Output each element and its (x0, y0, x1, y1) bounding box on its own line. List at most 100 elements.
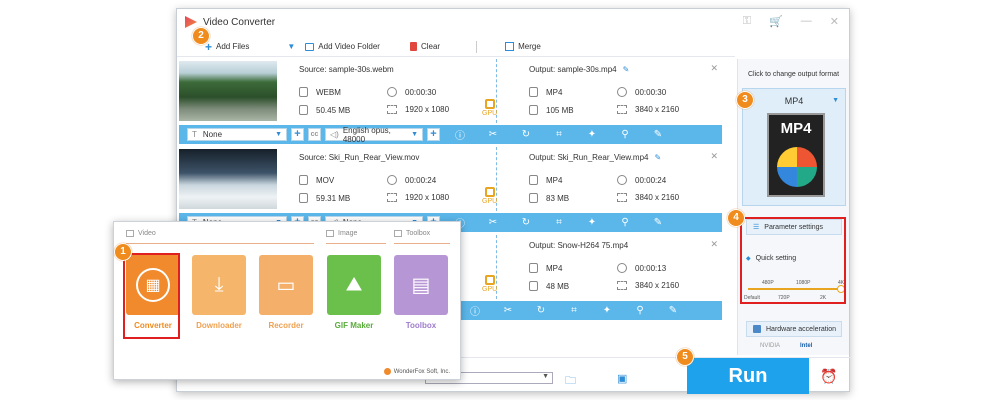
clock-icon (387, 175, 397, 185)
folder-icon (299, 193, 308, 203)
src-duration: 00:00:24 (387, 175, 436, 185)
hardware-acceleration-button[interactable]: Hardware acceleration (746, 321, 842, 337)
add-video-folder-button[interactable]: Add Video Folder (305, 42, 380, 51)
rotate-icon[interactable]: ↻ (520, 217, 532, 228)
rotate-icon[interactable]: ↻ (520, 129, 532, 140)
edit-pencil-icon[interactable]: ✎ (623, 65, 630, 74)
subtitle-select[interactable]: T None ▼ (187, 128, 287, 141)
file-icon (299, 175, 308, 185)
toolbar-divider (476, 40, 478, 53)
remove-item-icon[interactable]: ✕ (710, 239, 718, 250)
out-resolution: 3840 x 2160 (617, 281, 679, 290)
edit-bar: T None ▼ + cc ◁) English opus, 48000 ▼ + ⓘ ✂… (179, 125, 722, 144)
src-format: MOV (299, 175, 334, 185)
category-divider (126, 243, 314, 244)
step-badge-4: 4 (727, 209, 745, 227)
trim-icon[interactable]: ✂ (502, 305, 514, 316)
effects-icon[interactable]: ✦ (586, 129, 598, 140)
video-category-icon (126, 230, 134, 237)
trim-icon[interactable]: ✂ (487, 129, 499, 140)
out-duration: 00:00:30 (617, 87, 666, 97)
briefcase-glyph: ▤ (411, 274, 431, 297)
download-icon: ⤓ (192, 255, 246, 315)
speaker-icon: ◁) (330, 130, 339, 139)
image-category-icon (326, 230, 334, 237)
trim-icon[interactable]: ✂ (487, 217, 499, 228)
watermark-icon[interactable]: ⚲ (619, 129, 631, 140)
output-format-selector[interactable]: MP4 ▼ MP4 (742, 88, 846, 206)
run-button[interactable]: Run (687, 358, 809, 394)
gpu-label: GPU (482, 286, 498, 293)
open-folder-icon[interactable]: 🗀 (565, 372, 576, 391)
src-duration-value: 00:00:30 (405, 87, 437, 97)
chevron-down-icon: ▼ (411, 131, 418, 138)
edit-pencil-icon[interactable]: ✎ (654, 153, 661, 162)
file-item[interactable]: Source: sample-30s.webm WEBM 00:00:30 50… (177, 59, 722, 147)
downloader-app[interactable]: ⤓ Downloader (192, 255, 246, 341)
resolution-icon (617, 281, 627, 290)
change-format-hint: Click to change output format (747, 71, 840, 78)
intel-option[interactable]: Intel (800, 343, 812, 349)
src-duration: 00:00:30 (387, 87, 436, 97)
watermark-icon[interactable]: ⚲ (619, 217, 631, 228)
cart-icon[interactable]: 🛒 (769, 15, 783, 28)
nvidia-option[interactable]: NVIDIA (760, 343, 780, 349)
clear-button[interactable]: Clear (409, 42, 440, 51)
step-badge-5: 5 (676, 348, 694, 366)
recorder-app[interactable]: ▭ Recorder (259, 255, 313, 341)
alarm-clock-icon[interactable]: ⏰ (820, 368, 837, 385)
category-video-label: Video (138, 230, 156, 237)
effects-icon[interactable]: ✦ (601, 305, 613, 316)
output-preview-icon[interactable]: ▣ (617, 372, 627, 385)
clock-icon (387, 87, 397, 97)
video-thumbnail[interactable] (179, 61, 277, 121)
toolbox-app[interactable]: ▤ Toolbox (394, 255, 448, 341)
out-size: 83 MB (529, 193, 569, 203)
video-thumbnail[interactable] (179, 149, 277, 209)
window-title: Video Converter (203, 16, 276, 28)
format-icon-text: MP4 (780, 120, 812, 137)
crop-icon[interactable]: ⌗ (568, 305, 580, 316)
out-duration: 00:00:24 (617, 175, 666, 185)
merge-button[interactable]: Merge (505, 42, 541, 51)
out-format-value: MP4 (546, 175, 563, 185)
gif-maker-app[interactable]: ⛰ GIF Maker (327, 255, 381, 341)
close-window-button[interactable]: ✕ (830, 15, 839, 28)
audio-select[interactable]: ◁) English opus, 48000 ▼ (325, 126, 423, 144)
folder-icon (529, 193, 538, 203)
remove-item-icon[interactable]: ✕ (710, 63, 718, 74)
effects-icon[interactable]: ✦ (586, 217, 598, 228)
category-image: Image (326, 230, 357, 237)
out-resolution: 3840 x 2160 (617, 105, 679, 114)
edit-icon[interactable]: ✎ (652, 129, 664, 140)
step-badge-2: 2 (192, 27, 210, 45)
add-audio-button[interactable]: + (427, 128, 440, 141)
minimize-button[interactable]: — (801, 15, 812, 28)
output-name-text: Output: Ski_Run_Rear_View.mp4 (529, 153, 649, 162)
rotate-icon[interactable]: ↻ (535, 305, 547, 316)
gpu-label: GPU (482, 110, 498, 117)
remove-item-icon[interactable]: ✕ (710, 151, 718, 162)
folder-icon (299, 105, 308, 115)
add-files-button[interactable]: + Add Files (205, 40, 249, 54)
edit-icon[interactable]: ✎ (652, 217, 664, 228)
resolution-icon (387, 193, 397, 202)
file-icon (529, 175, 538, 185)
format-name: MP4 (784, 96, 804, 106)
gpu-icon (484, 187, 495, 197)
out-size: 105 MB (529, 105, 574, 115)
out-res-value: 3840 x 2160 (635, 105, 680, 114)
clock-icon (617, 87, 627, 97)
cc-icon[interactable]: cc (308, 128, 321, 141)
clock-icon (617, 175, 627, 185)
key-icon[interactable]: ⚿ (743, 15, 751, 28)
info-icon[interactable]: ⓘ (469, 303, 481, 318)
crop-icon[interactable]: ⌗ (553, 129, 565, 140)
edit-icon[interactable]: ✎ (667, 305, 679, 316)
add-subtitle-button[interactable]: + (291, 128, 304, 141)
gpu-badge: GPU (482, 99, 497, 118)
info-icon[interactable]: ⓘ (454, 127, 466, 142)
add-files-dropdown-icon[interactable]: ▼ (287, 42, 295, 51)
crop-icon[interactable]: ⌗ (553, 217, 565, 228)
watermark-icon[interactable]: ⚲ (634, 305, 646, 316)
